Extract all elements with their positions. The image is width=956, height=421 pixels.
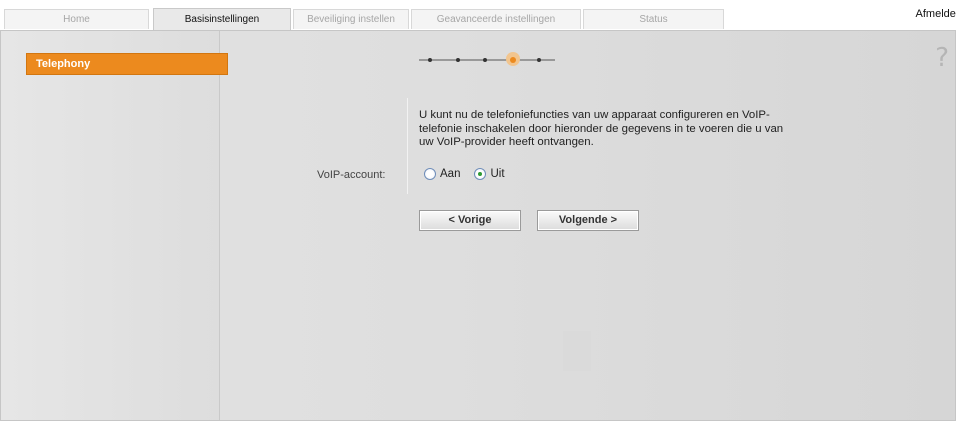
logout-link[interactable]: Afmelden: [916, 8, 956, 20]
radio-aan-label[interactable]: Aan: [440, 168, 460, 180]
tab-basisinstellingen[interactable]: Basisinstellingen: [153, 8, 291, 31]
background-watermark: [563, 331, 591, 371]
radio-uit-label[interactable]: Uit: [490, 168, 504, 180]
wizard-step-2: [456, 58, 460, 62]
main-panel: Telephony ? U kunt nu de telefoniefuncti…: [0, 30, 956, 421]
next-button[interactable]: Volgende >: [537, 210, 639, 231]
radio-uit[interactable]: [474, 168, 487, 180]
wizard-step-1: [428, 58, 432, 62]
voip-account-options: Aan Uit: [424, 168, 519, 180]
help-question-icon[interactable]: ?: [935, 43, 949, 73]
tab-geavanceerde-instellingen[interactable]: Geavanceerde instellingen: [411, 9, 581, 29]
wizard-step-4: [510, 57, 516, 63]
voip-account-label: VoIP-account:: [317, 169, 386, 181]
tab-home[interactable]: Home: [4, 9, 149, 29]
tab-beveiliging-instellen[interactable]: Beveiliging instellen: [293, 9, 409, 29]
sidebar: Telephony: [1, 31, 228, 420]
wizard-step-3: [483, 58, 487, 62]
top-navigation: Home Basisinstellingen Beveiliging inste…: [0, 0, 956, 31]
content-divider: [407, 98, 408, 194]
radio-aan[interactable]: [424, 168, 436, 180]
sidebar-item-telephony[interactable]: Telephony: [26, 53, 228, 75]
wizard-step-5: [537, 58, 541, 62]
previous-button[interactable]: < Vorige: [419, 210, 521, 231]
wizard-progress-graphic: [419, 52, 555, 66]
description-text: U kunt nu de telefoniefuncties van uw ap…: [419, 109, 784, 148]
tab-status[interactable]: Status: [583, 9, 724, 29]
wizard-progress: [419, 51, 559, 69]
